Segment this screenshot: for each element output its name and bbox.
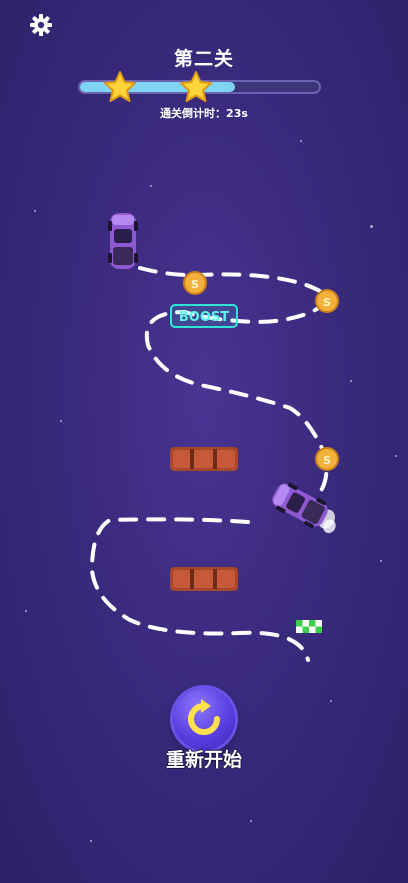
car-player[interactable] [268,479,344,538]
checkered-flag-icon [296,620,322,633]
obstacle-block [170,567,238,591]
obstacle-block [170,447,238,471]
coin: S [315,289,339,313]
boost-label: BOOST [179,310,229,325]
restart-button[interactable] [173,688,235,750]
restart-label: 重新开始 [165,749,242,771]
boost-pad: BOOST [170,304,238,328]
svg-text:S: S [323,454,331,467]
restart-icon [188,699,220,735]
svg-text:S: S [323,296,331,309]
car-start[interactable] [108,213,138,269]
coin: S [183,271,207,295]
svg-text:S: S [191,278,199,291]
coin: S [315,447,339,471]
